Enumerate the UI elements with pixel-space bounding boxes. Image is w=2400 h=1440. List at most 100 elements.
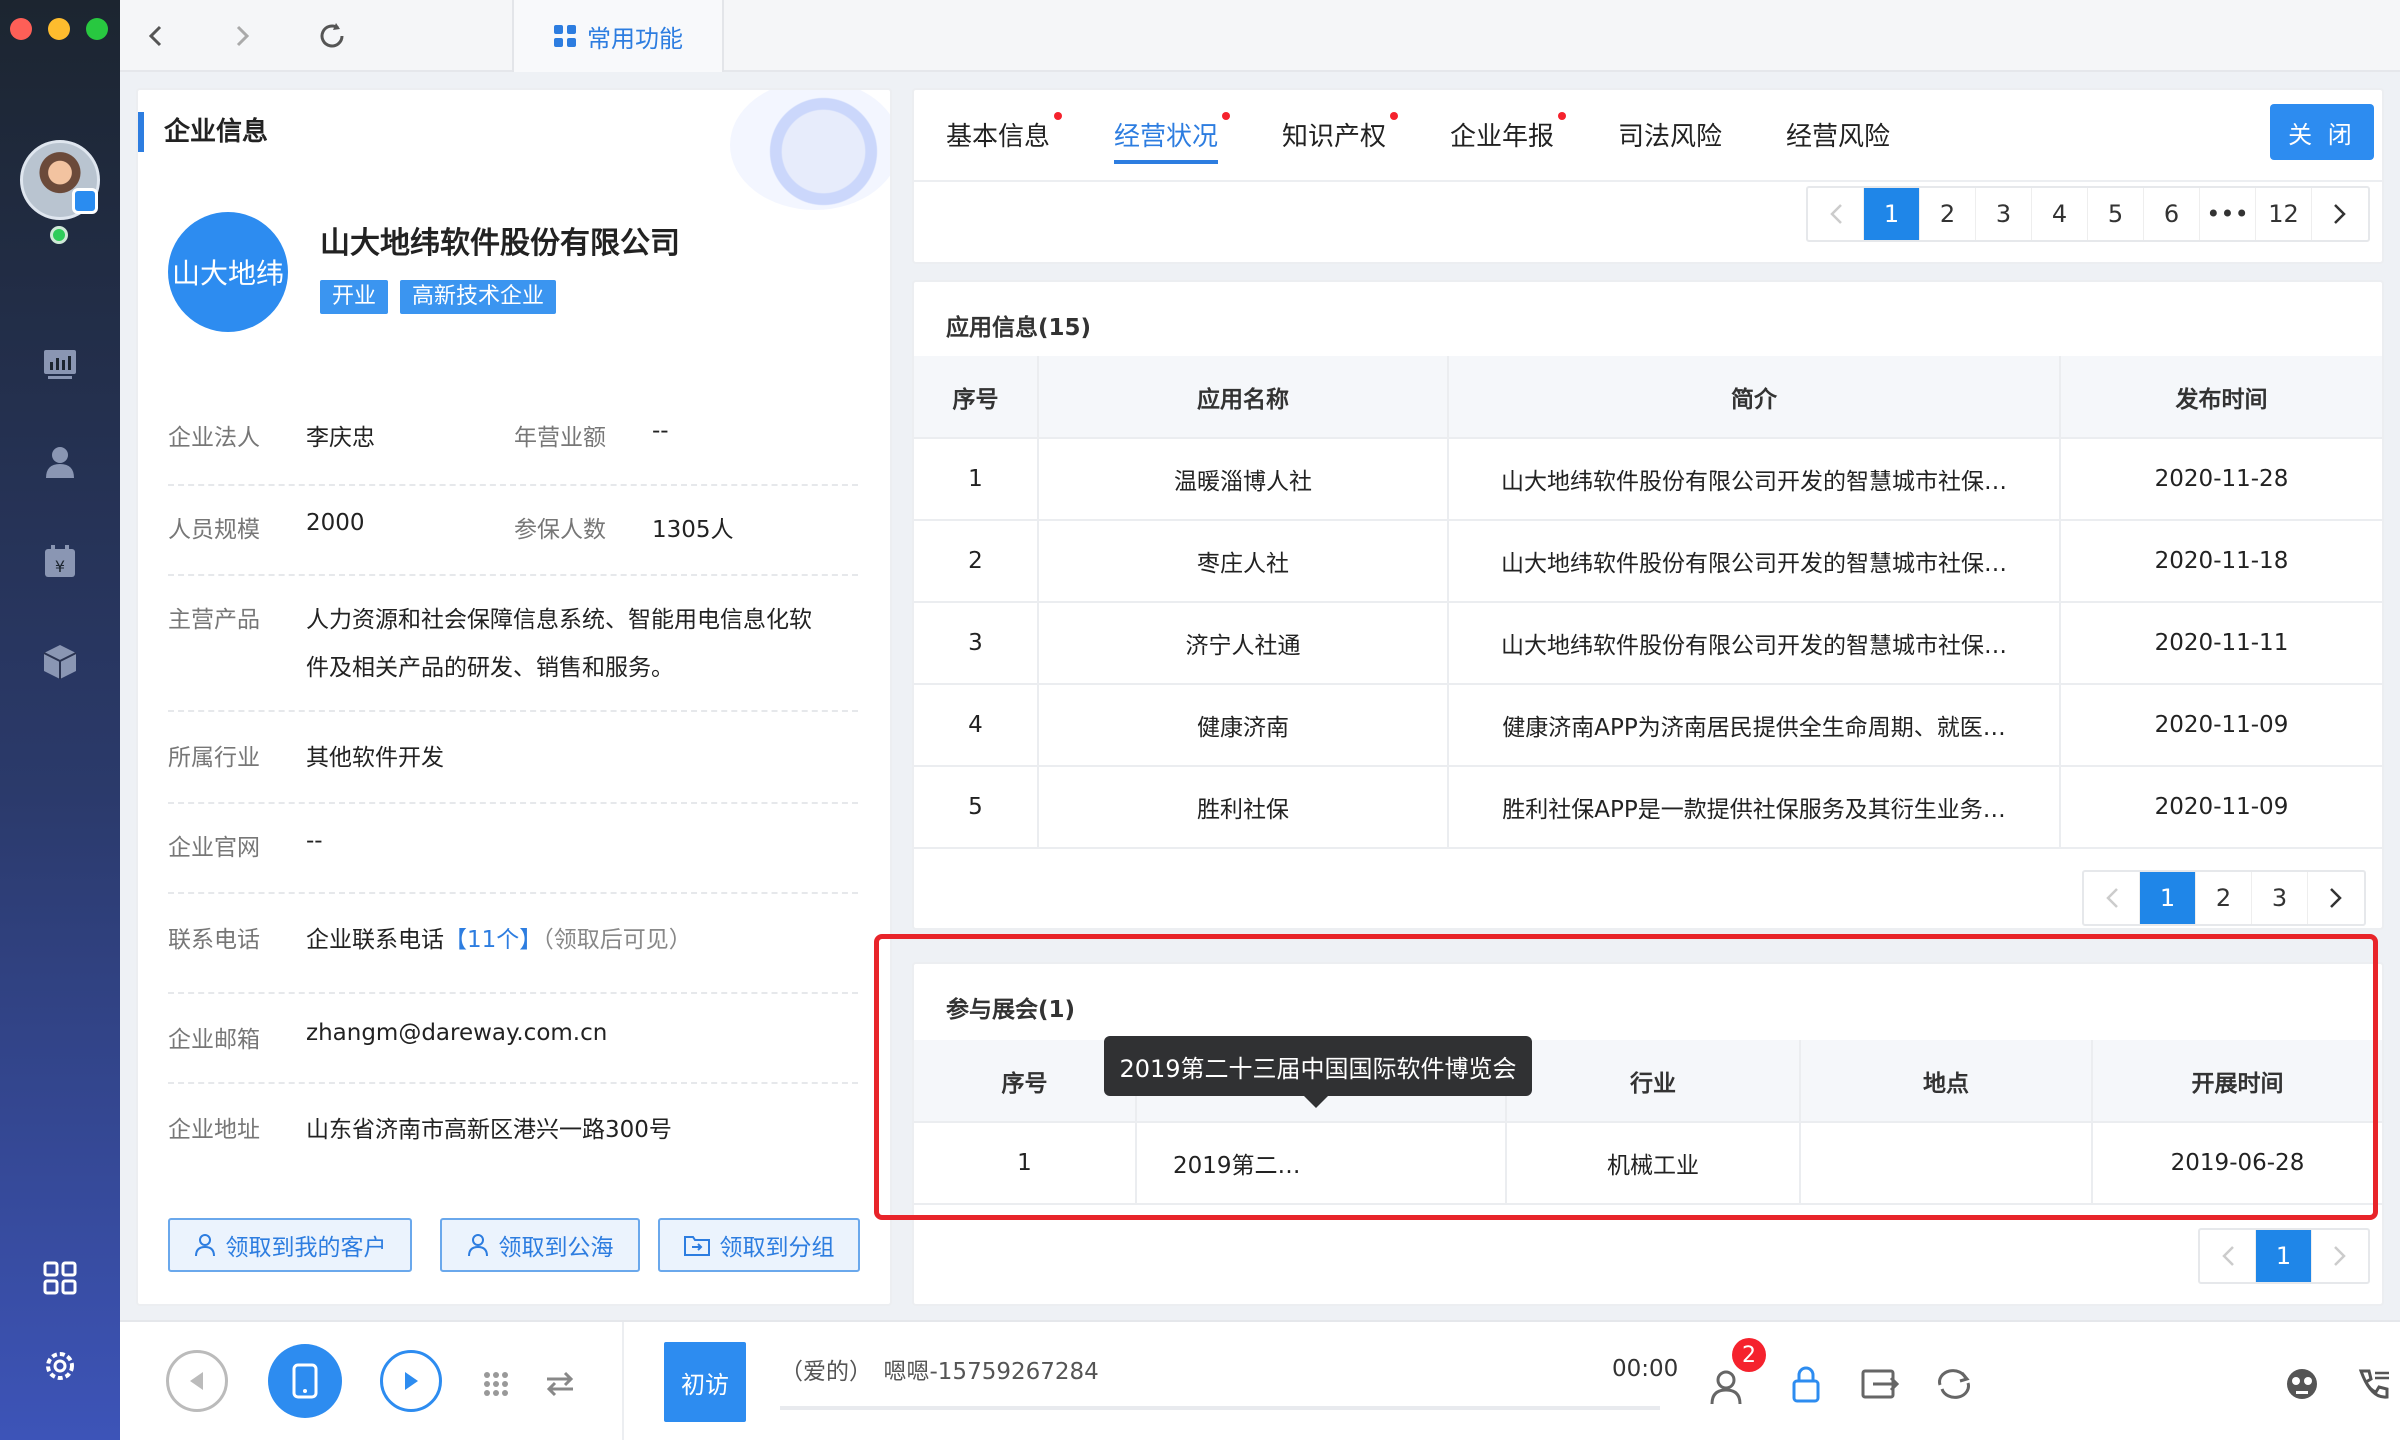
col-index: 序号 xyxy=(914,1040,1137,1123)
detail-tabs-panel: 基本信息 经营状况 知识产权 企业年报 司法风险 经营风险 关 闭 1 2 3 … xyxy=(912,88,2384,264)
page-6-button[interactable]: 6 xyxy=(2144,188,2200,240)
cell-app-name: 胜利社保 xyxy=(1038,766,1449,849)
finance-icon[interactable]: ¥ xyxy=(36,538,84,586)
next-page-button[interactable] xyxy=(2308,872,2364,924)
switch-icon[interactable] xyxy=(540,1364,580,1404)
chevron-left-icon xyxy=(1829,204,1842,224)
chevron-left-icon xyxy=(2105,888,2118,908)
tab-business-status[interactable]: 经营状况 xyxy=(1114,116,1218,153)
next-page-button[interactable] xyxy=(2312,1230,2368,1282)
tab-common-functions[interactable]: 常用功能 xyxy=(512,0,724,72)
call-log-icon[interactable] xyxy=(2352,1362,2396,1406)
minimize-window-button[interactable] xyxy=(48,18,70,40)
phone-hint: （领取后可见） xyxy=(542,927,692,953)
redial-icon[interactable] xyxy=(1932,1362,1976,1406)
legal-person-label: 企业法人 xyxy=(168,425,260,451)
tab-basic-info[interactable]: 基本信息 xyxy=(946,116,1050,153)
cell-date: 2020-11-28 xyxy=(2060,438,2382,521)
lock-icon[interactable] xyxy=(1784,1362,1828,1406)
cell-index: 2 xyxy=(914,520,1039,603)
table-row: 1 温暖淄博人社 山大地纬软件股份有限公司开发的智慧城市社保… 2020-11-… xyxy=(914,438,2382,521)
info-row-phone: 联系电话 企业联系电话【11个】（领取后可见） xyxy=(168,894,858,994)
maximize-window-button[interactable] xyxy=(86,18,108,40)
chevron-right-icon xyxy=(2334,204,2346,224)
claim-to-my-customer-button[interactable]: 领取到我的客户 xyxy=(168,1218,412,1272)
tab-judicial-risk[interactable]: 司法风险 xyxy=(1618,116,1722,153)
prev-page-button[interactable] xyxy=(2200,1230,2256,1282)
dashboard-icon[interactable] xyxy=(36,340,84,388)
cell-date: 2020-11-09 xyxy=(2060,684,2382,767)
tab-operation-risk[interactable]: 经营风险 xyxy=(1786,116,1890,153)
settings-gear-icon[interactable] xyxy=(36,1342,84,1390)
expo-pagination: 1 xyxy=(2198,1228,2370,1284)
user-icon xyxy=(467,1234,488,1257)
claim-to-group-button[interactable]: 领取到分组 xyxy=(658,1218,860,1272)
page-4-button[interactable]: 4 xyxy=(2032,188,2088,240)
address-value: 山东省济南市高新区港兴一路300号 xyxy=(306,1117,672,1143)
tab-common-label: 常用功能 xyxy=(587,24,683,53)
page-2-button[interactable]: 2 xyxy=(1920,188,1976,240)
prev-page-button[interactable] xyxy=(2084,872,2140,924)
page-5-button[interactable]: 5 xyxy=(2088,188,2144,240)
page-12-button[interactable]: 12 xyxy=(2256,188,2312,240)
cell-app-name: 济宁人社通 xyxy=(1038,602,1449,685)
next-call-button[interactable] xyxy=(380,1350,442,1412)
transfer-icon[interactable] xyxy=(1858,1362,1902,1406)
prev-page-button[interactable] xyxy=(1808,188,1864,240)
cell-date: 2020-11-18 xyxy=(2060,520,2382,603)
phone-count-link[interactable]: 【11个】 xyxy=(444,927,542,953)
cell-index: 5 xyxy=(914,766,1039,849)
page-1-button[interactable]: 1 xyxy=(1864,188,1920,240)
next-page-button[interactable] xyxy=(2312,188,2368,240)
grid-icon xyxy=(554,25,576,47)
revenue-value: -- xyxy=(652,418,669,444)
user-icon[interactable] xyxy=(36,438,84,486)
page-ellipsis-button[interactable]: ••• xyxy=(2200,188,2256,240)
back-button[interactable] xyxy=(134,14,178,58)
page-2-button[interactable]: 2 xyxy=(2196,872,2252,924)
insured-label: 参保人数 xyxy=(514,517,606,543)
decorative-planet-image xyxy=(730,90,890,210)
page-1-button[interactable]: 1 xyxy=(2256,1230,2312,1282)
keypad-icon[interactable] xyxy=(476,1364,516,1404)
folder-move-icon xyxy=(683,1236,710,1256)
website-label: 企业官网 xyxy=(168,835,260,861)
call-control-bar: 初访 （爱的） 嗯嗯-15759267284 00:00 2 4 xyxy=(120,1320,2400,1440)
chevron-right-icon xyxy=(2330,888,2342,908)
info-row-products: 主营产品 人力资源和社会保障信息系统、智能用电信息化软 件及相关产品的研发、销售… xyxy=(168,576,858,712)
claim-to-my-customer-label: 领取到我的客户 xyxy=(225,1235,387,1261)
website-value: -- xyxy=(306,828,323,854)
chevron-right-icon xyxy=(2334,1246,2346,1266)
col-description: 简介 xyxy=(1448,356,2061,439)
forward-button[interactable] xyxy=(220,14,264,58)
product-box-icon[interactable] xyxy=(36,638,84,686)
app-info-title: 应用信息(15) xyxy=(946,315,1092,341)
page-3-button[interactable]: 3 xyxy=(1976,188,2032,240)
cell-date: 2020-11-09 xyxy=(2060,766,2382,849)
expo-card: 参与展会(1) 序号 展会名称 行业 地点 开展时间 1 2019第二… 机械工… xyxy=(912,962,2384,1306)
expo-name-tooltip: 2019第二十三届中国国际软件博览会 xyxy=(1104,1036,1532,1108)
mobile-call-button[interactable] xyxy=(268,1344,342,1418)
tab-annual-report[interactable]: 企业年报 xyxy=(1450,116,1554,153)
page-1-button[interactable]: 1 xyxy=(2140,872,2196,924)
robot-icon[interactable] xyxy=(2280,1362,2324,1406)
tab-intellectual-property[interactable]: 知识产权 xyxy=(1282,116,1386,153)
caller-info: （爱的） 嗯嗯-15759267284 xyxy=(780,1359,1099,1385)
page-3-button[interactable]: 3 xyxy=(2252,872,2308,924)
apps-grid-icon[interactable] xyxy=(36,1254,84,1302)
refresh-button[interactable] xyxy=(310,14,354,58)
company-name: 山大地纬软件股份有限公司 xyxy=(320,226,680,261)
chevron-right-icon xyxy=(236,25,250,47)
section-title: 企业信息 xyxy=(138,112,268,152)
ip-dot-icon xyxy=(1390,112,1398,120)
cell-description: 山大地纬软件股份有限公司开发的智慧城市社保… xyxy=(1448,602,2061,685)
close-window-button[interactable] xyxy=(10,18,32,40)
claim-to-public-sea-button[interactable]: 领取到公海 xyxy=(440,1218,640,1272)
first-visit-button[interactable]: 初访 xyxy=(664,1342,746,1422)
previous-call-button[interactable] xyxy=(166,1350,228,1412)
cell-expo-name[interactable]: 2019第二… xyxy=(1136,1122,1507,1205)
close-button[interactable]: 关 闭 xyxy=(2270,104,2374,160)
col-location: 地点 xyxy=(1800,1040,2093,1123)
products-line1: 人力资源和社会保障信息系统、智能用电信息化软 xyxy=(306,607,812,633)
business-status-dot-icon xyxy=(1222,112,1230,120)
